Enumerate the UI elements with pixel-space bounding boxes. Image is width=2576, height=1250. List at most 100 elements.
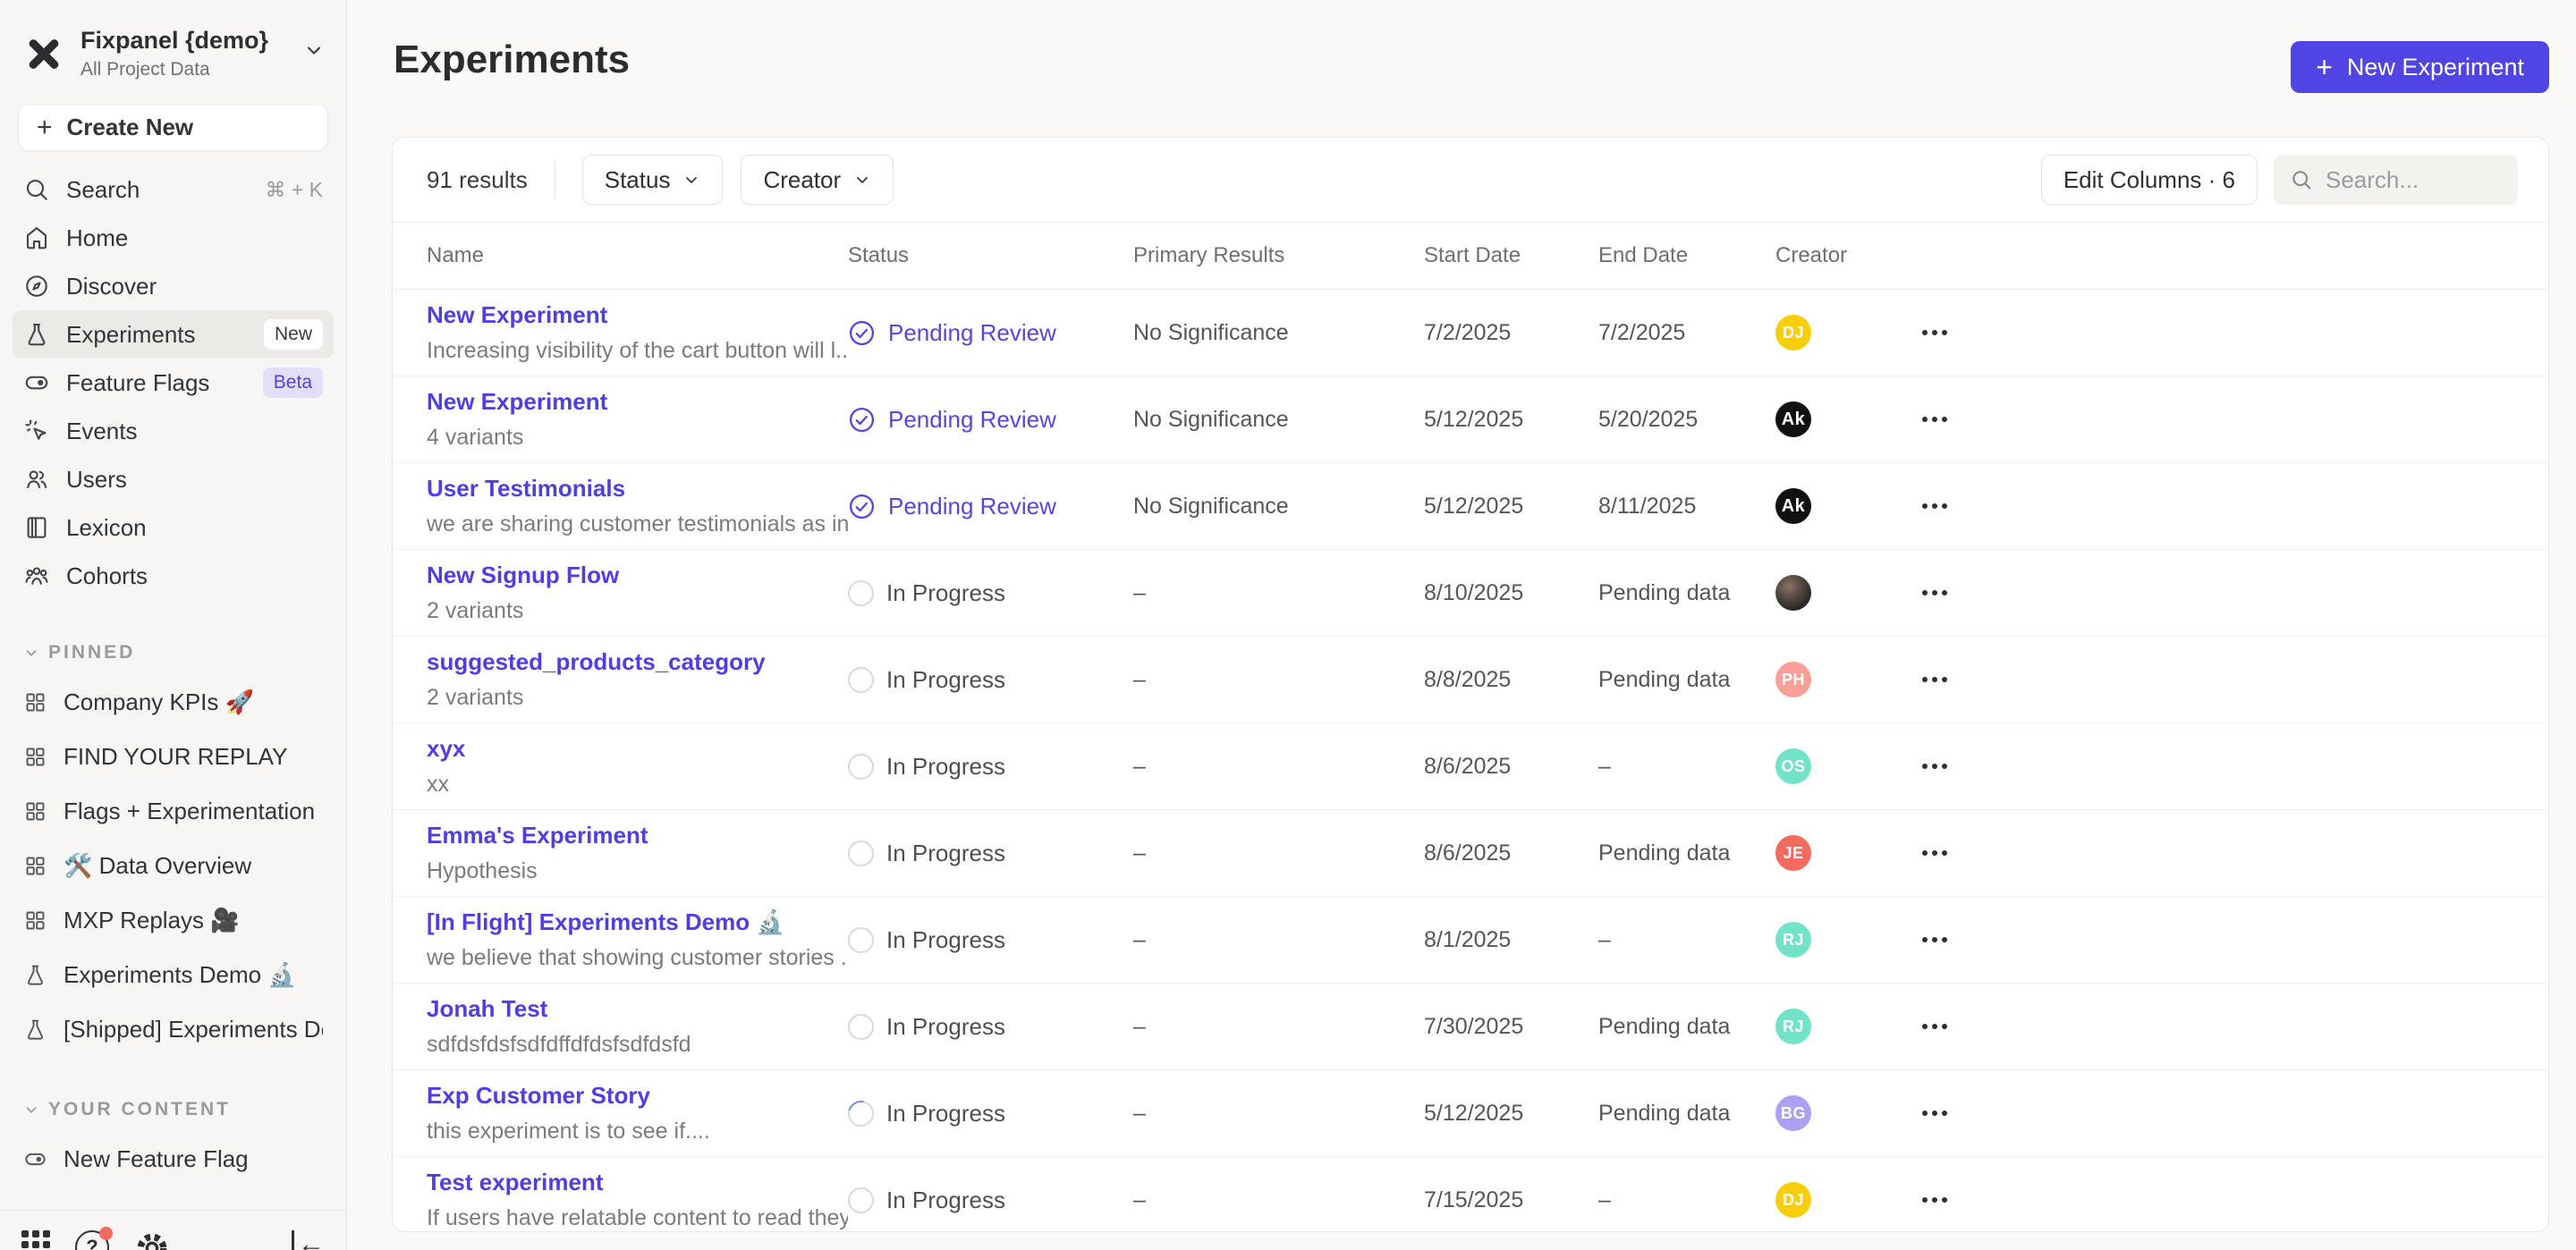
experiment-name-link[interactable]: Jonah Test xyxy=(427,995,848,1023)
end-date-value: 5/20/2025 xyxy=(1598,407,1775,433)
sidebar-item-home[interactable]: Home xyxy=(13,214,334,262)
sidebar-item-feature-flags[interactable]: Feature Flags Beta xyxy=(13,359,334,407)
column-header-primary-results: Primary Results xyxy=(1133,243,1424,268)
collapse-sidebar-icon[interactable]: ← xyxy=(292,1230,325,1250)
search-input[interactable] xyxy=(2326,166,2487,194)
status-label: In Progress xyxy=(886,666,1005,694)
create-new-button[interactable]: + Create New xyxy=(18,104,328,151)
creator-avatar: PH xyxy=(1775,662,1811,697)
pinned-item-flags-experimentation-demo[interactable]: Flags + Experimentation Demo 🧪 xyxy=(13,784,334,839)
row-actions-button[interactable] xyxy=(1919,494,1951,518)
primary-results-value: – xyxy=(1133,1187,1424,1213)
pinned-item-experiments-demo[interactable]: Experiments Demo 🔬 xyxy=(13,948,334,1002)
row-actions-button[interactable] xyxy=(1919,1102,1951,1125)
table-body: New Experiment Increasing visibility of … xyxy=(393,290,2548,1232)
end-date-value: – xyxy=(1598,927,1775,953)
creator-avatar: BG xyxy=(1775,1095,1811,1131)
your-content-section-header[interactable]: YOUR CONTENT xyxy=(0,1094,346,1125)
pinned-item-data-overview[interactable]: 🛠️ Data Overview xyxy=(13,839,334,893)
your-content-section: YOUR CONTENT New Feature Flag xyxy=(0,1094,346,1187)
table-row: Test experiment If users have relatable … xyxy=(393,1157,2548,1232)
experiment-name-link[interactable]: User Testimonials xyxy=(427,475,848,503)
new-experiment-button[interactable]: + New Experiment xyxy=(2291,41,2549,93)
notification-dot xyxy=(99,1227,113,1240)
experiment-description: If users have relatable content to read … xyxy=(427,1205,848,1231)
primary-results-value: – xyxy=(1133,1101,1424,1127)
pinned-section-header[interactable]: PINNED xyxy=(0,638,346,668)
creator-avatar: RJ xyxy=(1775,1009,1811,1044)
row-actions-button[interactable] xyxy=(1919,668,1951,691)
start-date-value: 5/12/2025 xyxy=(1424,407,1598,433)
row-actions-button[interactable] xyxy=(1919,321,1951,344)
primary-results-value: – xyxy=(1133,927,1424,953)
start-date-value: 8/10/2025 xyxy=(1424,580,1598,606)
row-actions-button[interactable] xyxy=(1919,1188,1951,1212)
search-icon xyxy=(2290,168,2313,191)
creator-avatar: OS xyxy=(1775,748,1811,784)
experiment-name-link[interactable]: New Signup Flow xyxy=(427,562,848,589)
creator-filter[interactable]: Creator xyxy=(741,155,894,205)
experiment-description: Hypothesis xyxy=(427,858,848,884)
experiment-name-link[interactable]: xyx xyxy=(427,735,848,763)
sidebar-item-experiments[interactable]: Experiments New xyxy=(13,310,334,359)
sidebar-item-events[interactable]: Events xyxy=(13,407,334,455)
chevron-down-icon xyxy=(23,645,39,661)
end-date-value: 7/2/2025 xyxy=(1598,320,1775,346)
compass-icon xyxy=(23,273,50,300)
sidebar-item-users[interactable]: Users xyxy=(13,455,334,503)
experiment-name-link[interactable]: Test experiment xyxy=(427,1169,848,1196)
edit-columns-button[interactable]: Edit Columns · 6 xyxy=(2041,155,2258,205)
row-actions-button[interactable] xyxy=(1919,755,1951,778)
progress-circle-icon xyxy=(848,580,874,606)
experiment-name-link[interactable]: [In Flight] Experiments Demo 🔬 xyxy=(427,908,848,936)
creator-avatar: RJ xyxy=(1775,922,1811,958)
workspace-switcher[interactable]: Fixpanel {demo} All Project Data xyxy=(0,0,346,80)
experiment-name-link[interactable]: New Experiment xyxy=(427,388,848,416)
sidebar-item-search[interactable]: Search ⌘ + K xyxy=(13,165,334,214)
primary-results-value: No Significance xyxy=(1133,320,1424,346)
pinned-item-shipped-experiments-demo[interactable]: [Shipped] Experiments Demo 🖊️ xyxy=(13,1002,334,1057)
row-actions-button[interactable] xyxy=(1919,928,1951,951)
pinned-item-mxp-replays[interactable]: MXP Replays 🎥 xyxy=(13,893,334,948)
creator-avatar: JE xyxy=(1775,835,1811,871)
table-row: New Signup Flow 2 variants In Progress –… xyxy=(393,550,2548,637)
new-badge: New xyxy=(264,319,323,350)
row-actions-button[interactable] xyxy=(1919,408,1951,431)
sidebar-item-discover[interactable]: Discover xyxy=(13,262,334,310)
experiment-name-link[interactable]: suggested_products_category xyxy=(427,648,848,676)
table-row: xyx xx In Progress – 8/6/2025 – xyxy=(393,723,2548,810)
experiment-description: we are sharing customer testimonials as … xyxy=(427,511,848,537)
pinned-item-find-your-replay[interactable]: FIND YOUR REPLAY xyxy=(13,730,334,784)
toggle-icon xyxy=(23,369,50,396)
content-item-new-feature-flag[interactable]: New Feature Flag xyxy=(13,1132,334,1187)
table-row: User Testimonials we are sharing custome… xyxy=(393,463,2548,550)
users-icon xyxy=(23,466,50,493)
chevron-down-icon xyxy=(303,39,325,61)
row-actions-button[interactable] xyxy=(1919,581,1951,604)
experiment-name-link[interactable]: Emma's Experiment xyxy=(427,822,848,849)
experiment-description: this experiment is to see if.... xyxy=(427,1119,848,1144)
status-filter[interactable]: Status xyxy=(582,155,724,205)
primary-results-value: – xyxy=(1133,1014,1424,1040)
sidebar-item-cohorts[interactable]: Cohorts xyxy=(13,552,334,600)
search-shortcut: ⌘ + K xyxy=(265,178,323,202)
status-label: In Progress xyxy=(886,840,1005,867)
progress-circle-icon xyxy=(843,1095,879,1131)
sidebar-item-lexicon[interactable]: Lexicon xyxy=(13,503,334,552)
experiment-name-link[interactable]: New Experiment xyxy=(427,301,848,329)
experiment-name-link[interactable]: Exp Customer Story xyxy=(427,1082,848,1110)
sidebar: Fixpanel {demo} All Project Data + Creat… xyxy=(0,0,347,1250)
experiments-card: 91 results Status Creator Edit Columns ·… xyxy=(392,137,2549,1232)
pinned-item-company-kpis[interactable]: Company KPIs 🚀 xyxy=(13,675,334,730)
chevron-down-icon xyxy=(682,171,700,189)
primary-results-value: No Significance xyxy=(1133,407,1424,433)
flask-icon xyxy=(23,1018,47,1042)
flask-icon xyxy=(23,321,50,348)
help-icon[interactable]: ? xyxy=(75,1230,109,1250)
row-actions-button[interactable] xyxy=(1919,841,1951,865)
progress-circle-icon xyxy=(848,927,874,953)
gear-icon[interactable] xyxy=(134,1230,170,1250)
apps-grid-icon[interactable] xyxy=(21,1230,50,1250)
end-date-value: Pending data xyxy=(1598,1014,1775,1040)
row-actions-button[interactable] xyxy=(1919,1015,1951,1038)
